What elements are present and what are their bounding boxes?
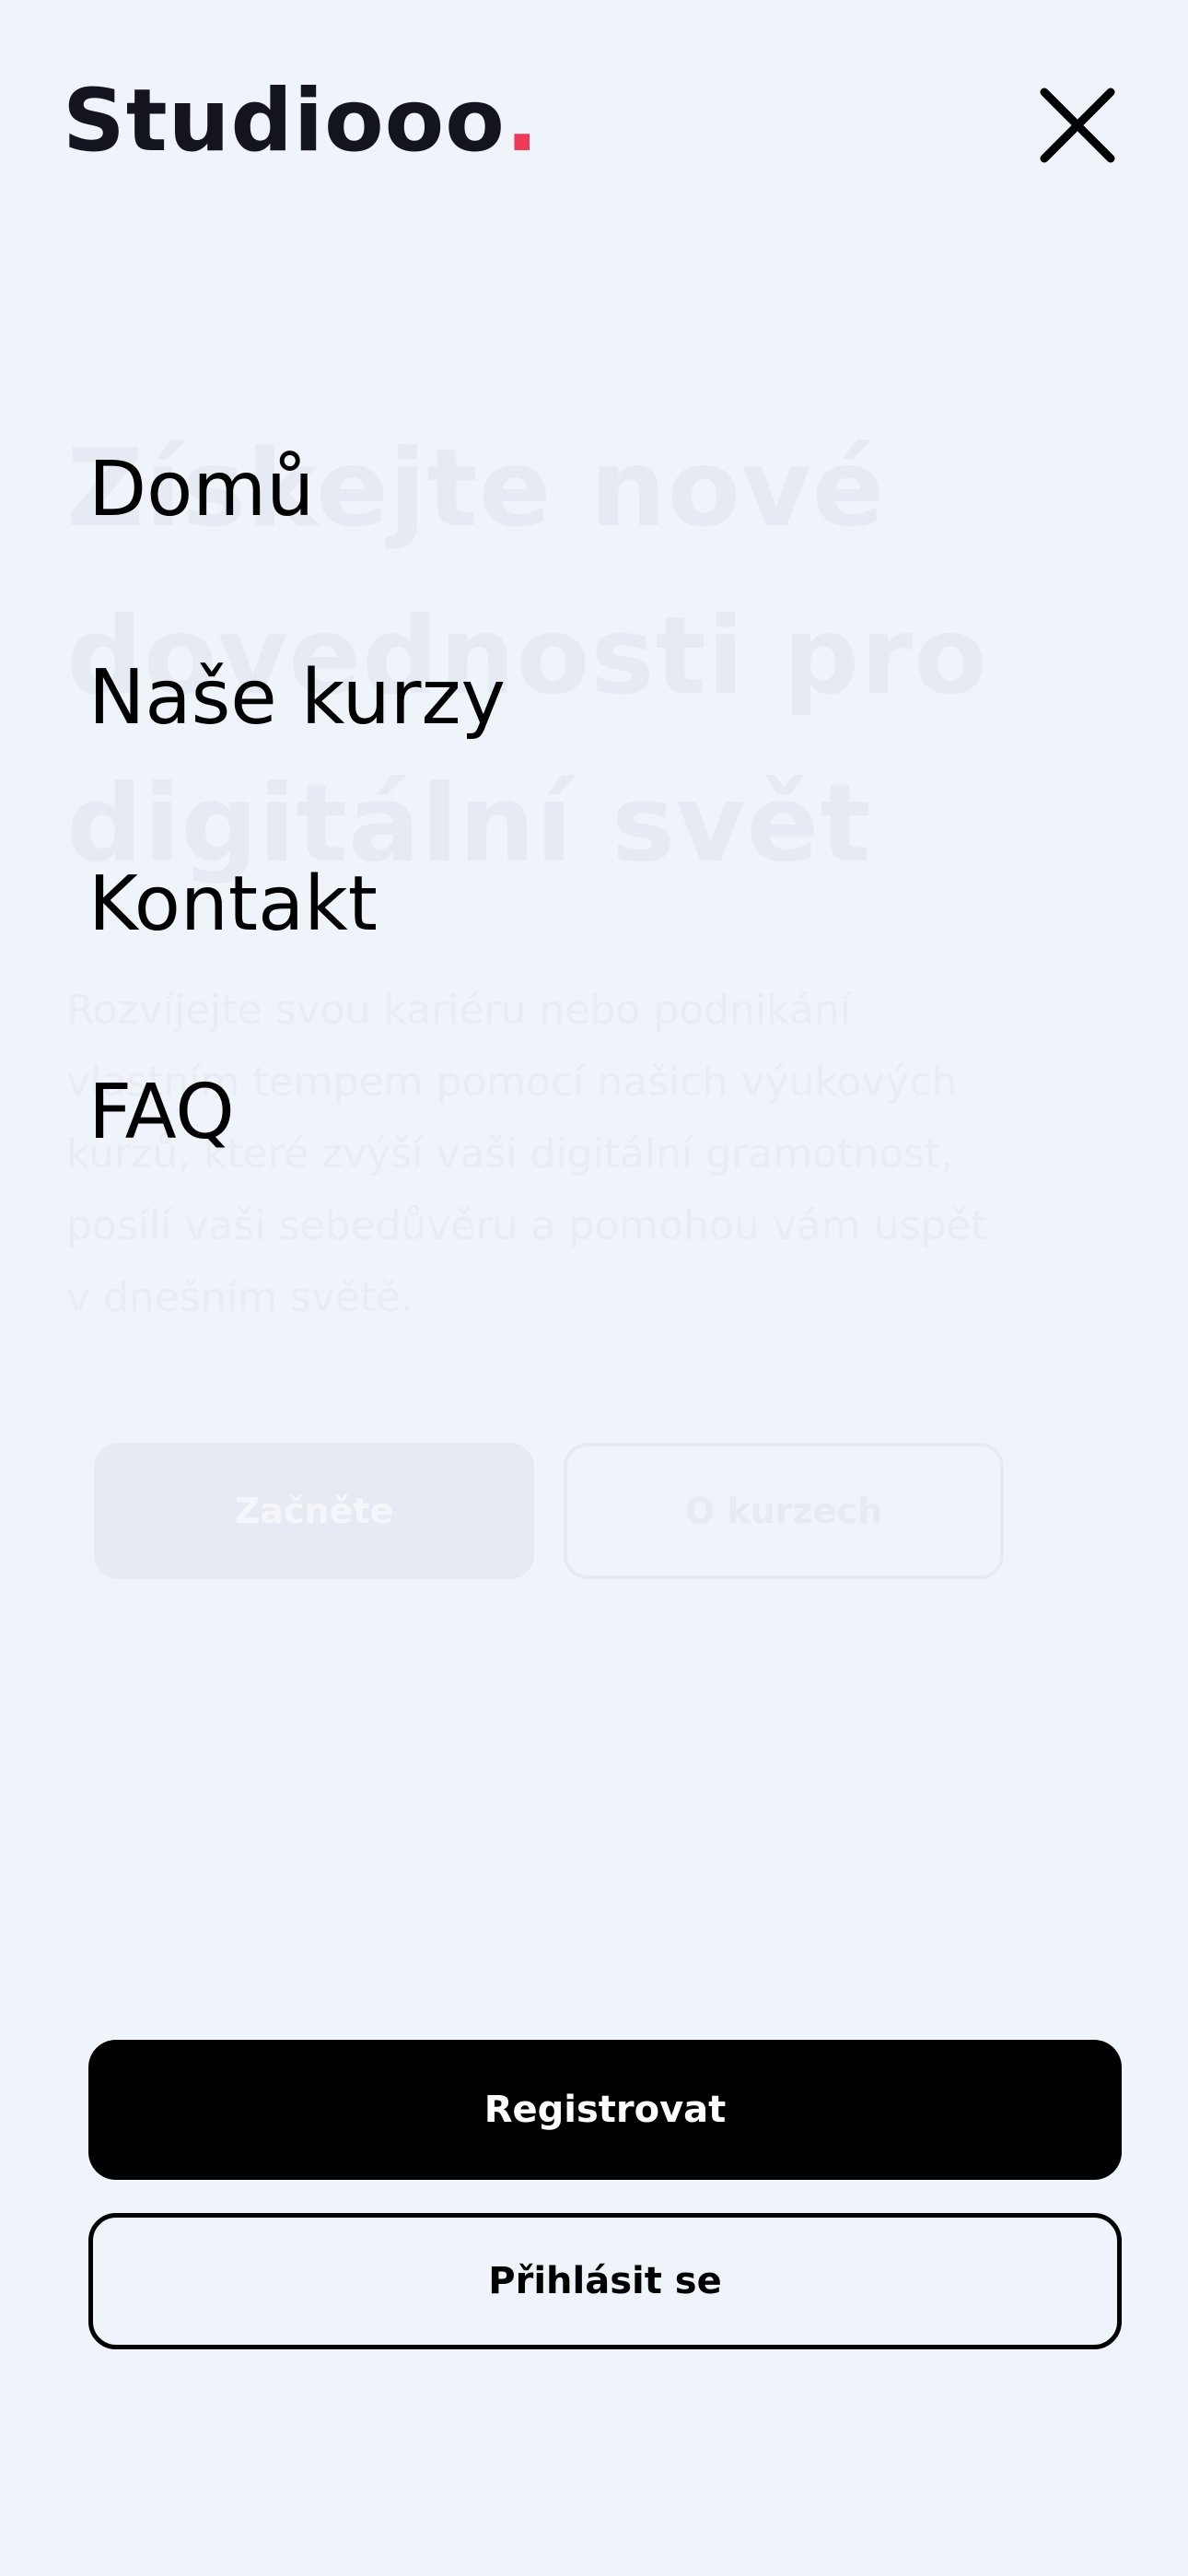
- logo-text: Studiooo: [63, 71, 506, 171]
- register-button[interactable]: Registrovat: [88, 2040, 1122, 2180]
- about-courses-button: O kurzech: [564, 1443, 1004, 1579]
- logo[interactable]: Studiooo.: [63, 66, 540, 177]
- get-started-button: Začněte: [94, 1443, 534, 1579]
- logo-dot: .: [505, 71, 540, 171]
- menu-item-home[interactable]: Domů: [88, 444, 314, 536]
- close-icon: [1040, 88, 1115, 163]
- mobile-menu-screen: Získejte nové dovednosti pro digitální s…: [0, 0, 1188, 2576]
- login-button[interactable]: Přihlásit se: [88, 2213, 1122, 2349]
- menu-item-courses[interactable]: Naše kurzy: [88, 652, 506, 744]
- close-menu-button[interactable]: [1031, 79, 1124, 171]
- menu-item-contact[interactable]: Kontakt: [88, 859, 378, 951]
- menu-item-faq[interactable]: FAQ: [88, 1067, 235, 1159]
